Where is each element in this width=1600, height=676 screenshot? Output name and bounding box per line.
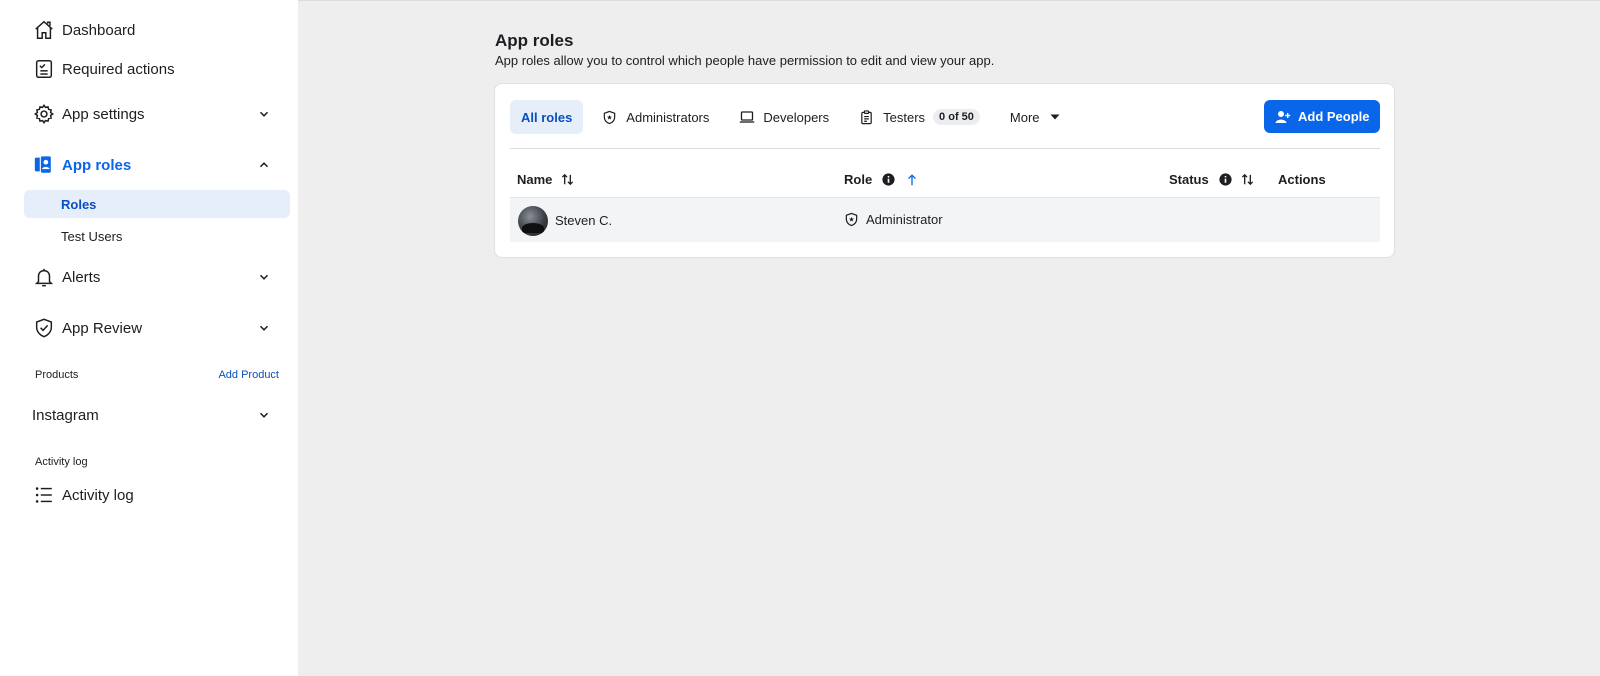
sidebar-item-app-settings[interactable]: App settings [24, 96, 290, 132]
sidebar-item-label: Required actions [62, 60, 175, 78]
products-section-label: Products [35, 369, 79, 381]
role-tabs: All roles Administrators Developers Test… [510, 100, 1079, 134]
column-header-name[interactable]: Name [517, 172, 575, 187]
tab-developers[interactable]: Developers [728, 100, 840, 134]
clipboard-icon [859, 109, 875, 125]
info-icon[interactable] [882, 173, 895, 186]
tab-label: Developers [763, 109, 830, 125]
sidebar-item-instagram[interactable]: Instagram [24, 397, 290, 433]
sidebar-item-activity-log[interactable]: Activity log [24, 477, 290, 513]
sidebar-item-label: Alerts [62, 268, 101, 286]
tab-all-roles[interactable]: All roles [510, 100, 584, 134]
tab-more[interactable]: More [999, 100, 1071, 134]
home-icon [32, 18, 56, 42]
roles-card: All roles Administrators Developers Test… [494, 83, 1395, 258]
sidebar-item-label: App Review [62, 319, 143, 337]
add-person-icon [1275, 109, 1291, 125]
shield-star-icon [602, 109, 618, 125]
tab-testers[interactable]: Testers 0 of 50 [848, 100, 991, 134]
avatar[interactable] [518, 206, 548, 236]
sidebar-item-label: Instagram [32, 406, 99, 424]
sidebar-item-app-roles[interactable]: App roles [24, 147, 290, 183]
add-people-label: Add People [1298, 109, 1370, 124]
laptop-icon [739, 109, 755, 125]
tab-label: More [1009, 109, 1040, 125]
chevron-down-icon[interactable] [254, 267, 274, 287]
sidebar: Dashboard Required actions App settings … [0, 0, 298, 676]
sidebar-item-app-review[interactable]: App Review [24, 310, 290, 346]
chevron-down-icon[interactable] [254, 104, 274, 124]
tabs-divider [510, 148, 1380, 149]
table-row[interactable]: Steven C. Administrator [510, 197, 1380, 242]
activity-section-label: Activity log [35, 456, 88, 468]
sidebar-item-label: Dashboard [62, 21, 136, 39]
bell-icon [32, 265, 56, 289]
chevron-up-icon[interactable] [254, 155, 274, 175]
sidebar-item-alerts[interactable]: Alerts [24, 259, 290, 295]
user-role: Administrator [844, 212, 943, 227]
chevron-down-icon[interactable] [254, 405, 274, 425]
page-description: App roles allow you to control which peo… [495, 53, 995, 68]
column-header-label: Actions [1278, 172, 1326, 187]
info-icon[interactable] [1219, 173, 1232, 186]
role-label: Administrator [866, 212, 943, 227]
sort-icon[interactable] [1240, 172, 1255, 187]
shield-check-icon [32, 316, 56, 340]
sidebar-item-required-actions[interactable]: Required actions [24, 51, 290, 87]
checklist-icon [32, 57, 56, 81]
user-name[interactable]: Steven C. [555, 213, 612, 228]
app-roles-icon [32, 153, 56, 177]
column-header-label: Name [517, 172, 553, 187]
tab-label: Administrators [626, 109, 710, 125]
column-header-label: Role [844, 172, 873, 187]
sidebar-item-label: Activity log [62, 486, 134, 504]
list-icon [32, 483, 56, 507]
tab-administrators[interactable]: Administrators [591, 100, 720, 134]
tab-label: Testers [883, 109, 926, 125]
sidebar-subitem-test-users[interactable]: Test Users [24, 222, 290, 250]
shield-star-icon [844, 212, 859, 227]
sidebar-item-dashboard[interactable]: Dashboard [24, 12, 290, 48]
sort-ascending-icon[interactable] [905, 173, 919, 187]
add-product-link[interactable]: Add Product [218, 369, 279, 381]
sort-icon[interactable] [560, 172, 575, 187]
add-people-button[interactable]: Add People [1264, 100, 1380, 133]
sidebar-subitem-roles[interactable]: Roles [24, 190, 290, 218]
column-header-status[interactable]: Status [1169, 172, 1255, 187]
sidebar-item-label: App roles [62, 156, 132, 174]
gear-icon [32, 102, 56, 126]
column-header-role[interactable]: Role [844, 172, 919, 187]
chevron-down-icon[interactable] [254, 318, 274, 338]
column-header-actions: Actions [1278, 172, 1326, 187]
column-header-label: Status [1169, 172, 1209, 187]
page-title: App roles [495, 31, 574, 50]
sidebar-item-label: App settings [62, 105, 145, 123]
caret-down-icon [1050, 112, 1060, 122]
testers-count-badge: 0 of 50 [933, 109, 980, 125]
